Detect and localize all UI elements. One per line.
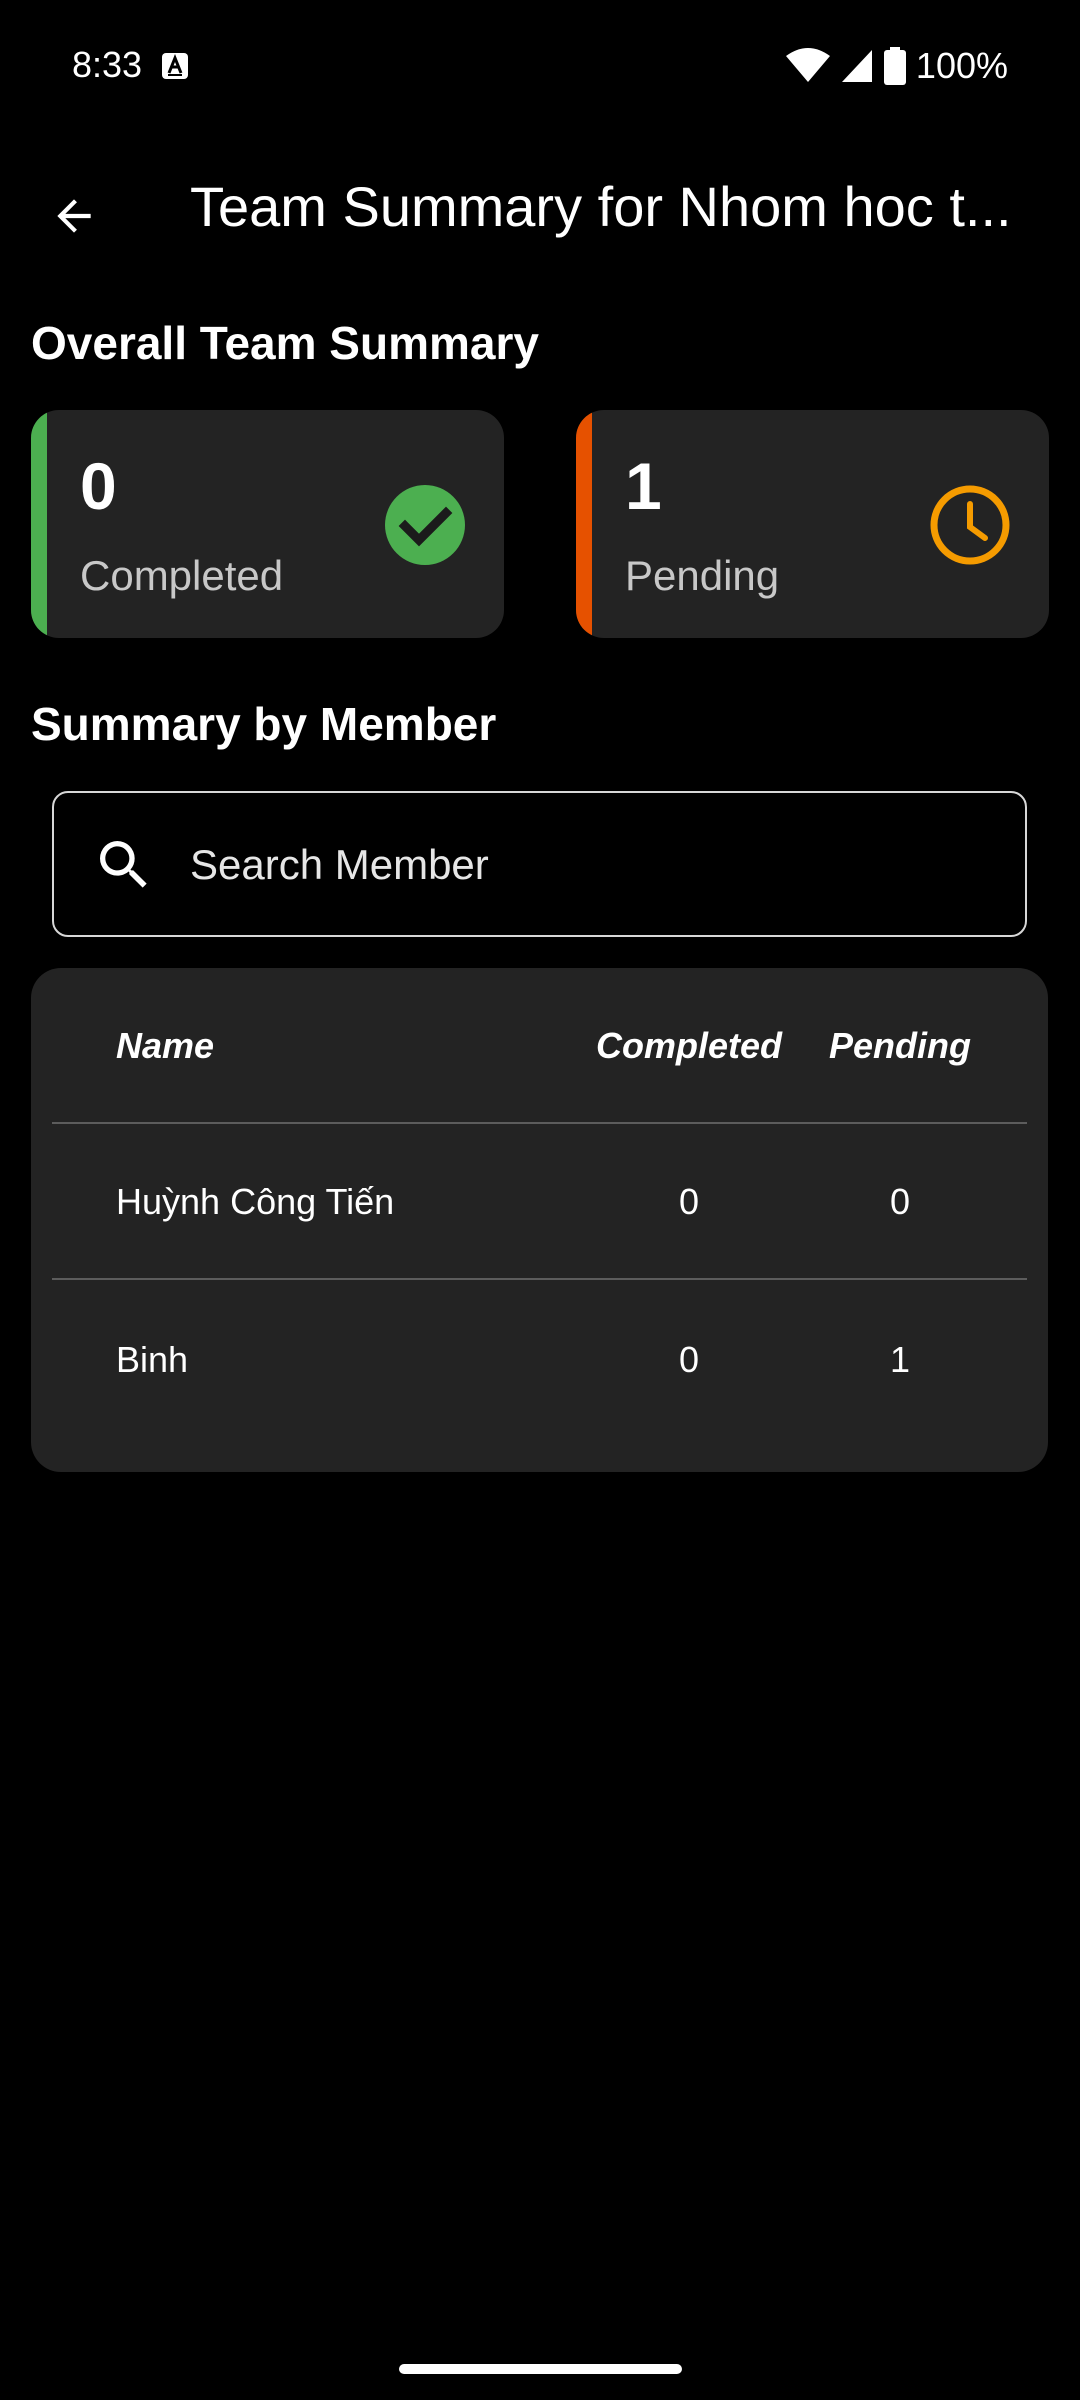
pending-stat-card: 1 Pending [576, 410, 1049, 638]
pending-accent-bar [576, 410, 592, 638]
a-notification-icon [162, 53, 188, 79]
member-name: Huỳnh Công Tiến [116, 1181, 395, 1222]
search-member-input[interactable] [190, 821, 990, 909]
completed-count: 0 [80, 449, 117, 523]
back-button[interactable] [30, 172, 118, 260]
pending-count: 1 [625, 449, 662, 523]
member-summary-table: Name Completed Pending Huỳnh Công Tiến 0… [31, 968, 1048, 1472]
member-completed: 0 [678, 1181, 700, 1222]
arrow-left-icon [57, 199, 91, 233]
wifi-icon [785, 48, 830, 82]
battery-icon [883, 47, 906, 85]
name-column-header: Name [116, 1025, 215, 1066]
completed-label: Completed [80, 552, 284, 599]
search-box[interactable] [52, 791, 1027, 937]
table-header-row: Name Completed Pending [52, 968, 1027, 1124]
completed-accent-bar [31, 410, 47, 638]
page-title: Team Summary for Nhom hoc t... [190, 175, 1012, 238]
search-icon [100, 841, 147, 888]
status-time: 8:33 [72, 44, 143, 85]
home-indicator[interactable] [399, 2364, 682, 2374]
pending-column-header: Pending [829, 1025, 971, 1066]
summary-by-member-heading: Summary by Member [31, 698, 497, 750]
member-completed: 0 [678, 1339, 700, 1380]
member-pending: 0 [889, 1181, 911, 1222]
table-row: Huỳnh Công Tiến 0 0 [52, 1124, 1027, 1280]
status-bar: 8:33 100% [0, 0, 1080, 130]
completed-column-header: Completed [595, 1025, 782, 1066]
overall-summary-heading: Overall Team Summary [31, 317, 539, 369]
clock-icon [930, 485, 1010, 565]
battery-percent: 100% [915, 45, 1008, 86]
app-bar: Team Summary for Nhom hoc t... [0, 150, 1080, 262]
completed-stat-card: 0 Completed [31, 410, 504, 638]
status-right-group: 100% [785, 44, 1008, 88]
member-pending: 1 [889, 1339, 911, 1380]
cell-signal-icon [841, 50, 872, 82]
table-row: Binh 0 1 [52, 1282, 1027, 1438]
check-circle-icon [385, 485, 465, 565]
pending-label: Pending [625, 552, 780, 599]
divider [52, 1278, 1027, 1280]
member-name: Binh [116, 1339, 189, 1380]
